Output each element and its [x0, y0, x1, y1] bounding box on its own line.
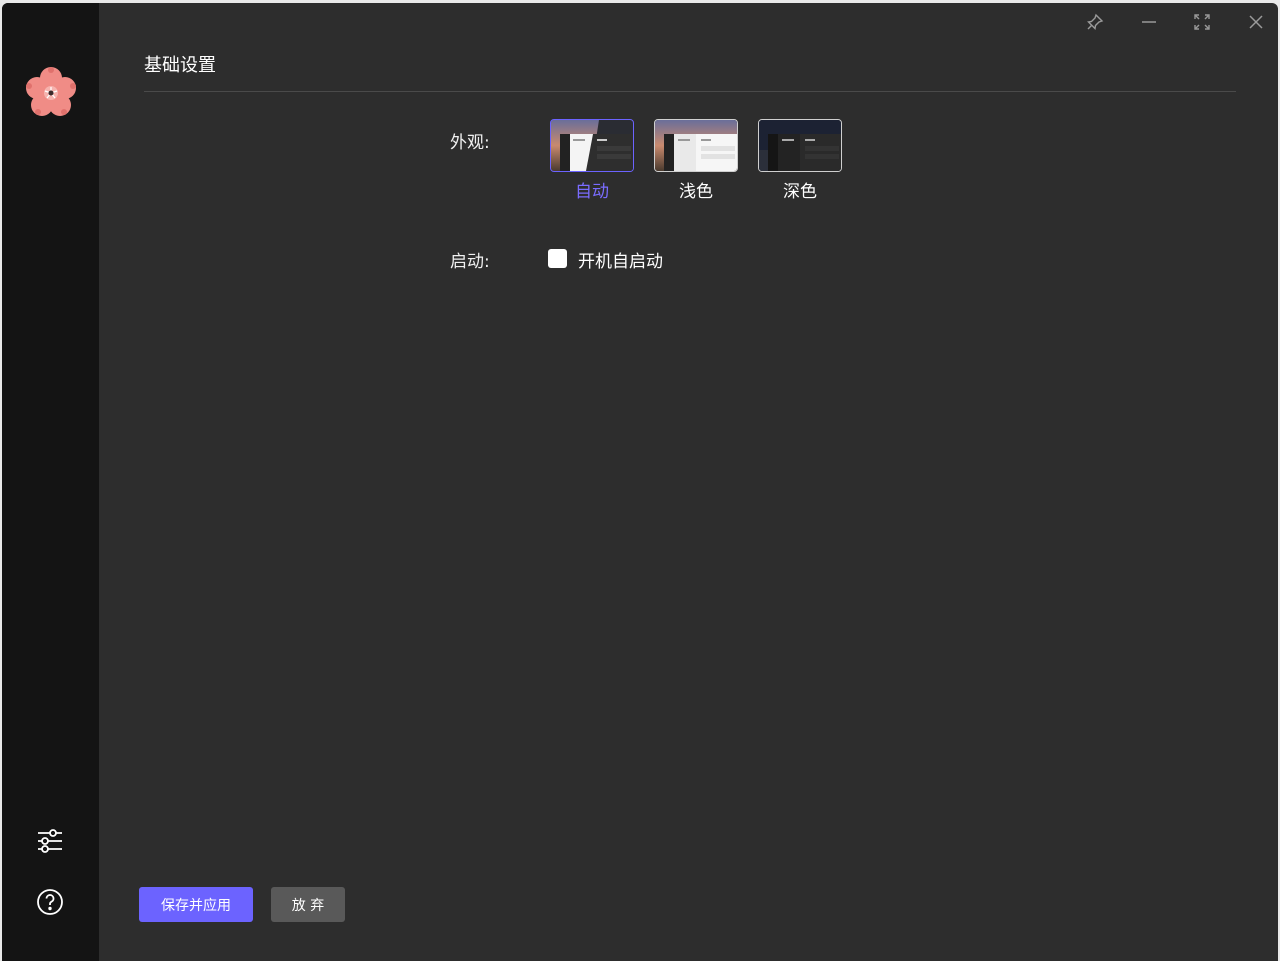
main-content: 基础设置 外观: 自动 浅色 深色 启动: 开机自启动 保存并应用 放 弃 — [99, 3, 1278, 961]
save-apply-button[interactable]: 保存并应用 — [139, 887, 253, 922]
theme-thumbnail-dark — [758, 119, 842, 172]
theme-label-auto: 自动 — [575, 182, 609, 202]
page-title: 基础设置 — [144, 55, 216, 76]
sidebar — [2, 3, 99, 961]
maximize-button[interactable] — [1189, 11, 1215, 37]
settings-button[interactable] — [32, 825, 68, 861]
theme-thumbnail-auto — [550, 119, 634, 172]
help-circle-icon — [36, 888, 64, 920]
startup-label: 启动: — [450, 252, 490, 272]
minimize-button[interactable] — [1136, 11, 1162, 37]
close-button[interactable] — [1243, 11, 1269, 37]
autostart-checkbox-label[interactable]: 开机自启动 — [578, 247, 663, 272]
pin-icon — [1086, 13, 1104, 35]
theme-thumbnail-light — [654, 119, 738, 172]
theme-label-light: 浅色 — [679, 182, 713, 202]
theme-option-light[interactable]: 浅色 — [653, 119, 739, 202]
autostart-checkbox[interactable] — [548, 249, 567, 268]
pin-button[interactable] — [1082, 11, 1108, 37]
close-icon — [1247, 13, 1265, 35]
discard-button[interactable]: 放 弃 — [271, 887, 345, 922]
app-window: 基础设置 外观: 自动 浅色 深色 启动: 开机自启动 保存并应用 放 弃 — [2, 3, 1278, 961]
theme-option-auto[interactable]: 自动 — [549, 119, 635, 202]
minimize-icon — [1140, 13, 1158, 35]
sliders-icon — [36, 827, 64, 859]
appearance-label: 外观: — [450, 133, 490, 153]
theme-option-dark[interactable]: 深色 — [757, 119, 843, 202]
title-divider — [144, 91, 1236, 92]
help-button[interactable] — [32, 886, 68, 922]
theme-label-dark: 深色 — [783, 182, 817, 202]
sakura-flower-icon — [21, 63, 81, 123]
maximize-icon — [1193, 13, 1211, 35]
